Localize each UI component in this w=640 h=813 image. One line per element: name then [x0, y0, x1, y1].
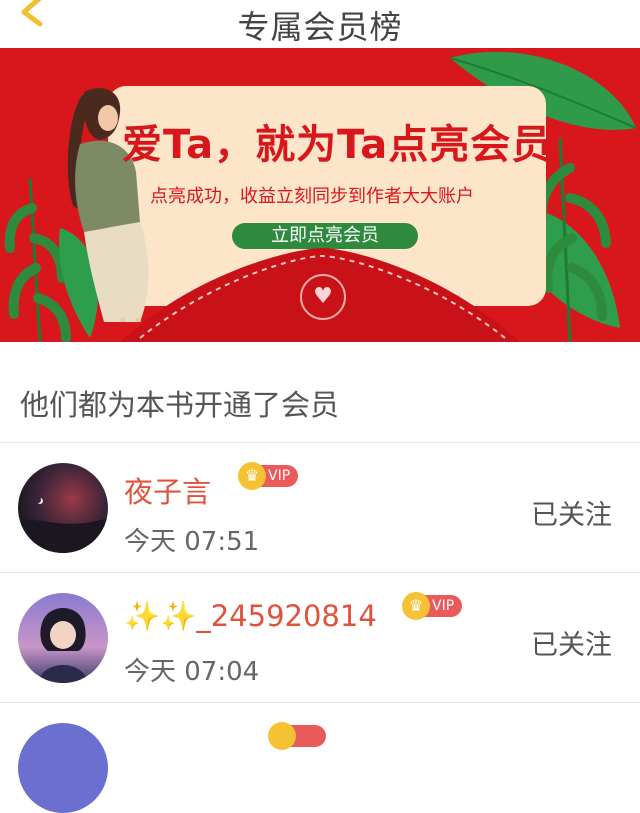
- banner-headline: 爱Ta，就为Ta点亮会员: [122, 122, 553, 168]
- followed-button[interactable]: 已关注: [531, 493, 612, 532]
- promo-banner[interactable]: 爱Ta，就为Ta点亮会员 点亮成功，收益立刻同步到作者大大账户 立即点亮会员 ♥: [0, 48, 640, 342]
- vip-label: VIP: [268, 468, 291, 484]
- member-time: 今天 07:51: [124, 527, 260, 557]
- vip-badge: ♛ VIP: [238, 462, 299, 490]
- vip-badge: [268, 722, 326, 750]
- sparkle-icon: ✨✨: [124, 599, 197, 633]
- member-row[interactable]: ✨✨_245920814 ♛ VIP 今天 07:04 已关注: [0, 573, 640, 701]
- avatar[interactable]: [18, 723, 108, 813]
- page-title: 专属会员榜: [237, 8, 403, 46]
- crown-icon: ♛: [402, 592, 430, 620]
- member-row[interactable]: 夜子言 ♛ VIP 今天 07:51 已关注: [0, 443, 640, 571]
- avatar-image: [18, 463, 108, 553]
- banner-subline: 点亮成功，收益立刻同步到作者大大账户: [150, 186, 474, 207]
- avatar[interactable]: [18, 593, 108, 683]
- vip-label: VIP: [432, 598, 455, 614]
- avatar-image: [18, 593, 108, 683]
- top-bar: 专属会员榜: [0, 0, 640, 48]
- member-name[interactable]: 夜子言: [124, 469, 211, 511]
- crown-icon: [268, 722, 296, 750]
- followed-button[interactable]: 已关注: [531, 623, 612, 662]
- member-time: 今天 07:04: [124, 657, 260, 687]
- activate-membership-button[interactable]: 立即点亮会员: [232, 223, 418, 249]
- vip-badge: ♛ VIP: [402, 592, 463, 620]
- section-title: 他们都为本书开通了会员: [20, 388, 340, 422]
- crown-icon: ♛: [238, 462, 266, 490]
- member-name[interactable]: ✨✨_245920814: [124, 599, 377, 634]
- heart-icon: ♥: [300, 274, 346, 320]
- avatar[interactable]: [18, 463, 108, 553]
- member-name-text: _245920814: [196, 599, 377, 633]
- member-row[interactable]: [0, 703, 640, 813]
